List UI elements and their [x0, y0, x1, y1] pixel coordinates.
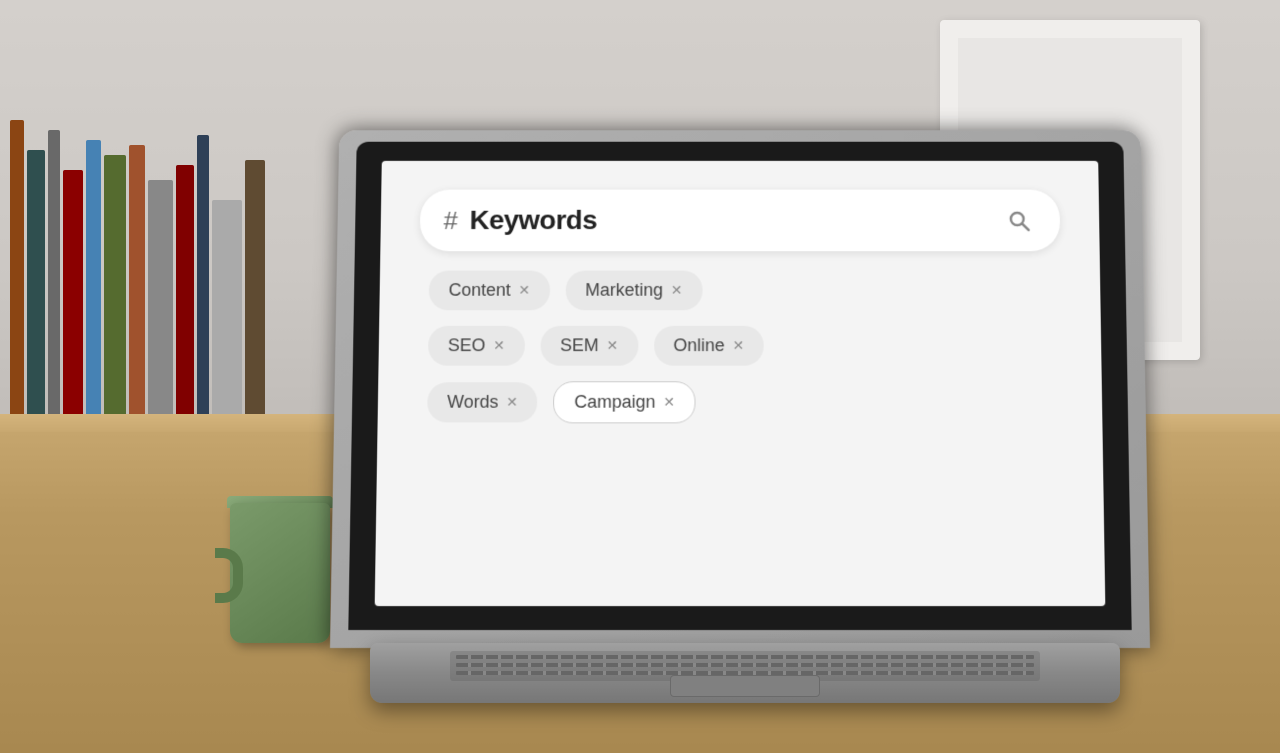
book-7 — [129, 145, 145, 440]
book-12 — [245, 160, 265, 440]
keyboard-row-2 — [456, 663, 1034, 667]
book-11 — [212, 200, 242, 440]
tag-seo-remove[interactable]: ✕ — [493, 337, 505, 354]
search-bar[interactable]: # Keywords — [420, 190, 1061, 252]
book-1 — [10, 120, 24, 440]
laptop-touchpad[interactable] — [670, 675, 820, 697]
tag-marketing-remove[interactable]: ✕ — [671, 282, 683, 298]
book-6 — [104, 155, 126, 440]
tag-content-remove[interactable]: ✕ — [518, 282, 530, 298]
tag-online-remove[interactable]: ✕ — [733, 337, 745, 354]
tag-words-remove[interactable]: ✕ — [506, 394, 518, 411]
tag-marketing-label: Marketing — [585, 280, 663, 300]
book-8 — [148, 180, 173, 440]
book-4 — [63, 170, 83, 440]
book-2 — [27, 150, 45, 440]
laptop-screen: # Keywords — [375, 161, 1106, 606]
tag-content[interactable]: Content ✕ — [429, 271, 550, 311]
laptop-screen-bezel: # Keywords — [348, 142, 1131, 630]
laptop-screen-assembly: # Keywords — [330, 130, 1150, 648]
tag-sem-label: SEM — [560, 336, 599, 356]
tags-row-3: Words ✕ Campaign ✕ — [427, 381, 1053, 423]
tag-seo[interactable]: SEO ✕ — [428, 326, 525, 366]
tag-seo-label: SEO — [448, 336, 486, 356]
mug — [215, 473, 345, 643]
scene: # Keywords — [0, 0, 1280, 753]
tag-campaign-label: Campaign — [574, 392, 655, 413]
tag-sem-remove[interactable]: ✕ — [607, 337, 619, 354]
tag-sem[interactable]: SEM ✕ — [540, 326, 638, 366]
hash-symbol: # — [443, 205, 458, 235]
book-3 — [48, 130, 60, 440]
search-icon[interactable] — [1001, 203, 1037, 238]
tag-online[interactable]: Online ✕ — [654, 326, 764, 366]
search-input[interactable]: Keywords — [469, 205, 989, 236]
tag-marketing[interactable]: Marketing ✕ — [565, 271, 702, 311]
tag-words[interactable]: Words ✕ — [427, 382, 538, 422]
tag-campaign-remove[interactable]: ✕ — [663, 394, 675, 411]
book-10 — [197, 135, 209, 440]
laptop-base — [370, 643, 1120, 703]
books-shelf — [0, 60, 290, 440]
tags-row-1: Content ✕ Marketing ✕ — [429, 271, 1052, 311]
mug-handle — [215, 548, 243, 603]
keyboard-row-1 — [456, 655, 1034, 659]
tags-row-2: SEO ✕ SEM ✕ Online ✕ — [428, 326, 1052, 366]
screen-content: # Keywords — [375, 161, 1106, 606]
tag-words-label: Words — [447, 392, 498, 413]
tags-area: Content ✕ Marketing ✕ — [417, 271, 1063, 424]
mug-body — [230, 503, 330, 643]
tag-online-label: Online — [673, 336, 724, 356]
laptop: # Keywords — [330, 123, 1150, 703]
book-9 — [176, 165, 194, 440]
tag-campaign[interactable]: Campaign ✕ — [553, 381, 695, 423]
book-5 — [86, 140, 101, 440]
tag-content-label: Content — [448, 280, 510, 300]
